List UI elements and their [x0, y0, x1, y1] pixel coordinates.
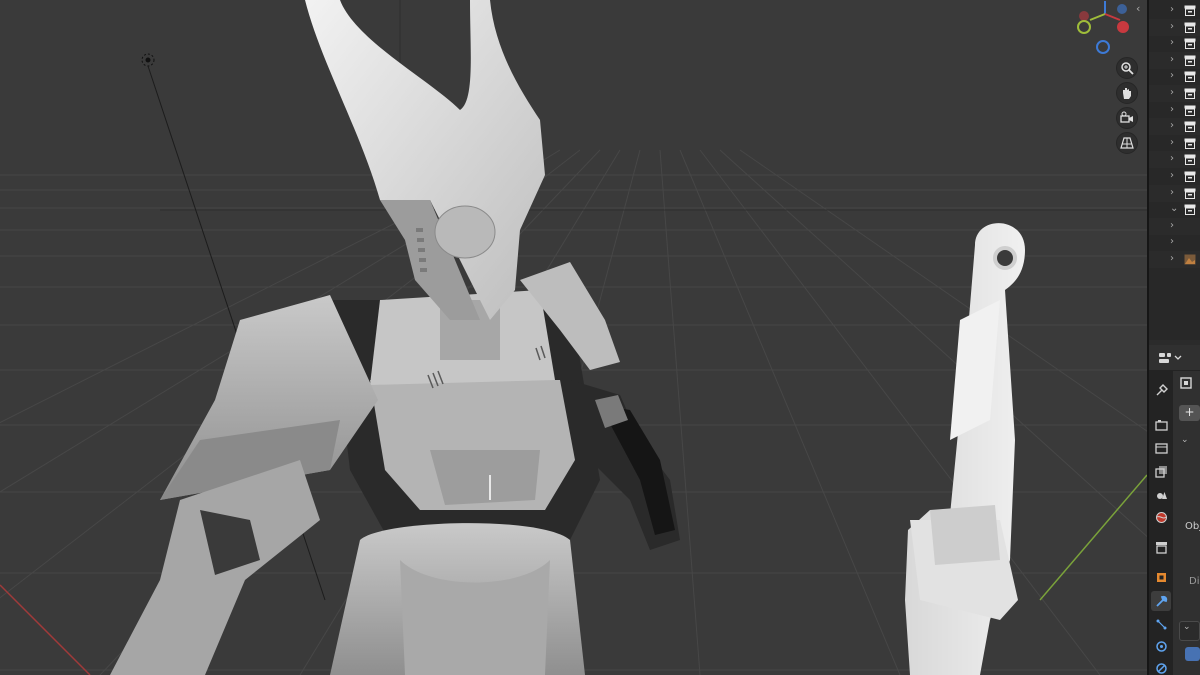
- properties-tab-world[interactable]: [1151, 507, 1171, 527]
- expanded-arrow-icon[interactable]: ⌄: [1170, 203, 1180, 215]
- outliner-row[interactable]: ›: [1149, 151, 1200, 169]
- tool-icon: [1156, 383, 1168, 395]
- collection-icon: [1184, 55, 1196, 66]
- physics-icon: [1155, 640, 1167, 652]
- outliner-row[interactable]: ›: [1149, 2, 1200, 19]
- outliner-row[interactable]: ›: [1149, 35, 1200, 52]
- object-label: Obj: [1185, 521, 1200, 532]
- collection-icon: [1184, 154, 1196, 166]
- properties-tab-collection[interactable]: [1151, 537, 1171, 557]
- render-icon: [1154, 419, 1168, 431]
- image-icon: [1184, 254, 1196, 265]
- properties-tab-bar: [1149, 371, 1173, 675]
- collapsed-arrow-icon[interactable]: ›: [1170, 120, 1180, 132]
- hand-pan-icon[interactable]: [1116, 82, 1138, 104]
- zoom-icon[interactable]: [1116, 57, 1138, 79]
- properties-tab-physics[interactable]: [1151, 636, 1171, 656]
- outliner-row[interactable]: ›: [1149, 234, 1200, 251]
- collection-icon: [1184, 138, 1196, 149]
- outliner-panel[interactable]: › › › › › › › › › › › › ⌄ › › ›: [1149, 0, 1200, 340]
- collapsed-arrow-icon[interactable]: ›: [1170, 21, 1180, 33]
- collection-icon: [1184, 5, 1196, 16]
- collapsed-arrow-icon[interactable]: ›: [1170, 236, 1180, 248]
- collapsed-arrow-icon[interactable]: ›: [1170, 37, 1180, 49]
- selected-modifier-chip[interactable]: [1185, 647, 1200, 661]
- properties-tab-render[interactable]: [1151, 415, 1171, 435]
- collection-icon: [1184, 121, 1196, 133]
- properties-tab-object[interactable]: [1151, 567, 1171, 587]
- outliner-row[interactable]: ›: [1149, 85, 1200, 102]
- collapsed-arrow-icon[interactable]: ›: [1170, 137, 1180, 149]
- properties-header: [1149, 345, 1200, 371]
- outliner-row[interactable]: ⌄: [1149, 201, 1200, 218]
- collection-icon: [1155, 541, 1167, 554]
- collection-icon: [1184, 22, 1196, 33]
- axis-gizmo-icon: [1077, 1, 1129, 54]
- collapsed-arrow-icon[interactable]: ›: [1170, 187, 1180, 199]
- properties-tab-constraints[interactable]: [1151, 658, 1171, 675]
- properties-content: + ⌄ Obj Di ⌄: [1173, 371, 1200, 675]
- collapsed-arrow-icon[interactable]: ›: [1170, 104, 1180, 116]
- editor-type-icon[interactable]: [1157, 350, 1183, 366]
- properties-tab-particles[interactable]: [1151, 614, 1171, 634]
- view-layer-icon: [1154, 465, 1167, 478]
- outliner-row[interactable]: ›: [1149, 251, 1200, 268]
- perspective-grid-icon[interactable]: [1116, 132, 1138, 154]
- collapsed-arrow-icon[interactable]: ›: [1170, 170, 1180, 182]
- object-icon: [1156, 572, 1166, 582]
- outliner-row[interactable]: ›: [1149, 168, 1200, 185]
- properties-tab-scene[interactable]: [1151, 484, 1171, 504]
- properties-tab-output[interactable]: [1151, 438, 1171, 458]
- constraints-icon: [1155, 662, 1167, 674]
- modifier-icon: [1155, 595, 1167, 607]
- collapsed-arrow-icon[interactable]: ›: [1170, 253, 1180, 265]
- properties-tab-view-layer[interactable]: [1151, 461, 1171, 481]
- properties-tab-tool[interactable]: [1151, 379, 1171, 399]
- 3d-viewport[interactable]: ‹: [0, 0, 1147, 675]
- collapsed-arrow-icon[interactable]: ›: [1170, 153, 1180, 165]
- outliner-row[interactable]: ›: [1149, 68, 1200, 85]
- outliner-row[interactable]: ›: [1149, 135, 1200, 152]
- region-toggle-icon[interactable]: ‹: [1136, 2, 1146, 16]
- camera-view-icon[interactable]: [1116, 107, 1138, 129]
- add-modifier-button[interactable]: +: [1179, 405, 1200, 421]
- outliner-row[interactable]: ›: [1149, 217, 1200, 235]
- collection-icon: [1184, 105, 1196, 116]
- collection-icon: [1184, 171, 1196, 182]
- collection-icon: [1184, 88, 1196, 99]
- outliner-row[interactable]: ›: [1149, 51, 1200, 69]
- collapsed-arrow-icon[interactable]: ›: [1170, 70, 1180, 82]
- collapsed-arrow-icon[interactable]: ›: [1170, 54, 1180, 66]
- collection-icon: [1184, 38, 1196, 50]
- blender-window: ‹ › › › › › › › › › › › › ⌄ › › › + ⌄ Ob…: [0, 0, 1200, 675]
- outliner-row[interactable]: ›: [1149, 118, 1200, 136]
- object-type-icon[interactable]: [1179, 375, 1193, 389]
- properties-panel[interactable]: + ⌄ Obj Di ⌄: [1149, 345, 1200, 675]
- collection-icon: [1184, 71, 1196, 83]
- world-icon: [1155, 511, 1167, 523]
- display-label: Di: [1189, 576, 1200, 587]
- panel-collapse-icon[interactable]: ⌄: [1181, 435, 1189, 445]
- subpanel-collapse-icon[interactable]: ⌄: [1179, 621, 1200, 641]
- properties-tab-modifier[interactable]: [1151, 591, 1171, 611]
- collection-icon: [1184, 204, 1196, 216]
- particles-icon: [1156, 619, 1166, 629]
- collection-icon: [1184, 188, 1196, 199]
- output-icon: [1154, 442, 1168, 454]
- outliner-row[interactable]: ›: [1149, 102, 1200, 119]
- collapsed-arrow-icon[interactable]: ›: [1170, 4, 1180, 16]
- scene-icon: [1156, 491, 1167, 499]
- collapsed-arrow-icon[interactable]: ›: [1170, 220, 1180, 232]
- outliner-row[interactable]: ›: [1149, 184, 1200, 202]
- viewport-scene[interactable]: [0, 0, 1147, 675]
- outliner-row[interactable]: ›: [1149, 18, 1200, 36]
- navigation-gizmo[interactable]: [1072, 0, 1142, 58]
- collapsed-arrow-icon[interactable]: ›: [1170, 87, 1180, 99]
